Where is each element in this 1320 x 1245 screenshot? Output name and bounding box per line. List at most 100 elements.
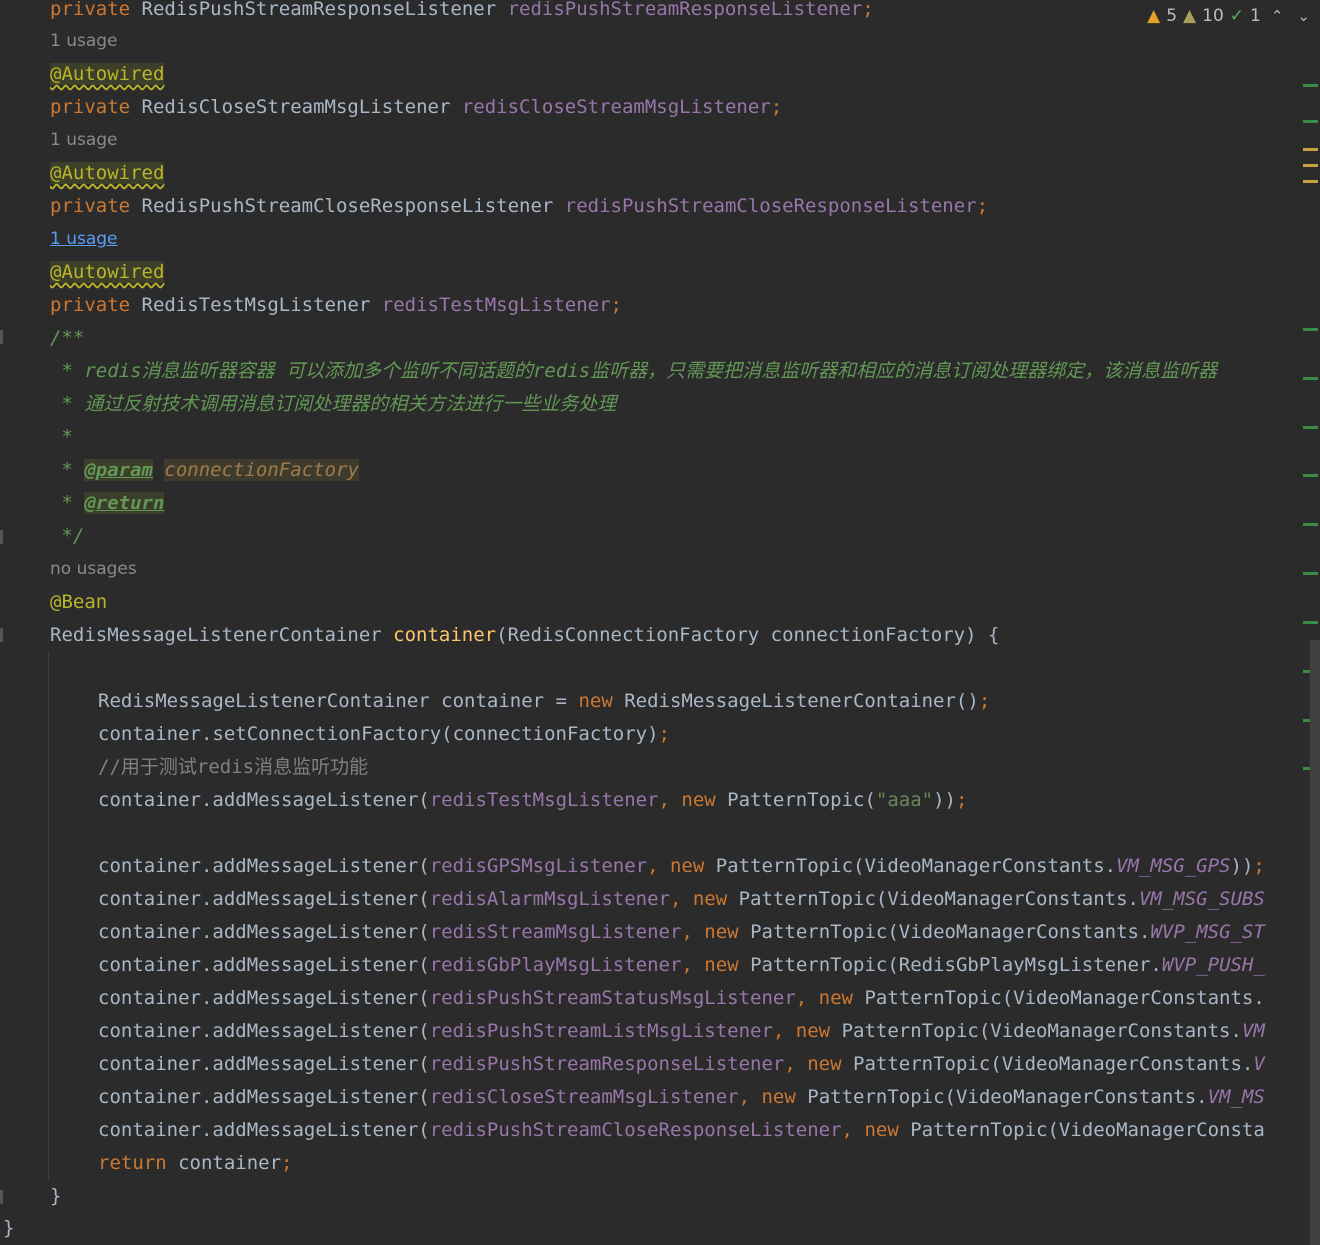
code-line-add-listener-gps[interactable]: container.addMessageListener(redisGPSMsg… [98,850,1265,883]
method-signature[interactable]: RedisMessageListenerContainer container(… [50,619,999,652]
field-name[interactable]: redisPushStreamStatusMsgListener [430,987,796,1009]
stripe-mark[interactable] [1303,164,1318,167]
javadoc-return-line[interactable]: * @return [50,487,165,520]
field-name[interactable]: redisGbPlayMsgListener [430,954,682,976]
field-name[interactable]: redisGPSMsgListener [430,855,647,877]
stripe-mark[interactable] [1303,426,1318,429]
constant-name[interactable]: WVP_MSG_ST [1150,921,1264,943]
code-line-field-close-stream[interactable]: private RedisCloseStreamMsgListener redi… [50,91,782,124]
fold-marker[interactable] [0,1190,3,1204]
field-name[interactable]: redisTestMsgListener [382,294,611,316]
field-name[interactable]: redisCloseStreamMsgListener [430,1086,739,1108]
method-close-brace[interactable]: } [50,1180,61,1213]
usage-hint[interactable]: no usages [50,553,137,586]
typo-count[interactable]: 1 [1250,6,1261,26]
annotation-autowired[interactable]: @Autowired [50,63,165,85]
stripe-mark[interactable] [1303,377,1318,380]
field-name[interactable]: redisPushStreamCloseResponseListener [430,1119,842,1141]
stripe-mark[interactable] [1303,328,1318,331]
code-line-field-push-stream-response[interactable]: private RedisPushStreamResponseListener … [50,0,874,26]
code-line-new-container[interactable]: RedisMessageListenerContainer container … [98,685,990,718]
field-name[interactable]: redisPushStreamListMsgListener [430,1020,773,1042]
constant-name[interactable]: V [1253,1053,1264,1075]
stripe-mark[interactable] [1303,180,1318,183]
field-name[interactable]: redisPushStreamResponseListener [430,1053,785,1075]
usage-hint[interactable]: 1 usage [50,25,118,58]
method-params[interactable]: (RedisConnectionFactory connectionFactor… [496,624,999,646]
code-line-autowired[interactable]: @Autowired [50,157,165,190]
weak-warning-count[interactable]: 10 [1202,6,1224,26]
code-line-field-test-msg[interactable]: private RedisTestMsgListener redisTestMs… [50,289,622,322]
code-line-add-listener-alarm[interactable]: container.addMessageListener(redisAlarmM… [98,883,1265,916]
type-name[interactable]: RedisPushStreamCloseResponseListener [142,195,554,217]
vertical-scrollbar[interactable] [1310,640,1320,1245]
constant-name[interactable]: VM_MSG_GPS [1116,855,1230,877]
usage-hint-link[interactable]: 1 usage [50,223,118,256]
chevron-up-icon[interactable]: ⌃ [1267,7,1288,25]
constant-name[interactable]: VM_MSG_SUBS [1139,888,1265,910]
stripe-mark[interactable] [1303,621,1318,624]
stripe-mark[interactable] [1303,572,1318,575]
code-comment[interactable]: //用于测试redis消息监听功能 [98,751,368,784]
code-line-add-listener-stream[interactable]: container.addMessageListener(redisStream… [98,916,1265,949]
stripe-mark[interactable] [1303,148,1318,151]
javadoc-line[interactable]: * 通过反射技术调用消息订阅处理器的相关方法进行一些业务处理 [50,388,616,421]
warning-count[interactable]: 5 [1166,6,1177,26]
stripe-mark[interactable] [1303,523,1318,526]
code-line-add-listener-test[interactable]: container.addMessageListener(redisTestMs… [98,784,967,817]
field-name[interactable]: redisPushStreamCloseResponseListener [565,195,977,217]
field-name[interactable]: redisTestMsgListener [430,789,659,811]
inspection-widget[interactable]: ▲ 5 ▲ 10 ✓ 1 ⌃ ⌄ [1147,2,1314,30]
code-line-add-listener-push-close-response[interactable]: container.addMessageListener(redisPushSt… [98,1114,1265,1147]
type-name[interactable]: RedisTestMsgListener [142,294,371,316]
method-name[interactable]: container [393,624,496,646]
constant-name[interactable]: WVP_PUSH_ [1162,954,1265,976]
annotation-bean[interactable]: @Bean [50,586,107,619]
javadoc-param-line[interactable]: * @param connectionFactory [50,454,359,487]
javadoc-return-tag[interactable]: @return [84,492,165,514]
javadoc-param-name[interactable]: connectionFactory [164,459,359,481]
javadoc-param-tag[interactable]: @param [84,459,153,481]
class-close-brace[interactable]: } [3,1212,14,1245]
annotation-autowired[interactable]: @Autowired [50,261,165,283]
field-name[interactable]: redisPushStreamResponseListener [508,0,863,20]
javadoc-line[interactable]: * redis消息监听器容器 可以添加多个监听不同话题的redis监听器，只需要… [50,355,1217,388]
stripe-mark[interactable] [1303,84,1318,87]
code-line-field-push-stream-close[interactable]: private RedisPushStreamCloseResponseList… [50,190,988,223]
code-line-autowired[interactable]: @Autowired [50,256,165,289]
code-line-add-listener-close-stream[interactable]: container.addMessageListener(redisCloseS… [98,1081,1265,1114]
code-line-add-listener-gb-play[interactable]: container.addMessageListener(redisGbPlay… [98,949,1265,982]
stripe-mark[interactable] [1303,120,1318,123]
error-stripe[interactable] [1302,0,1320,1245]
usage-hint[interactable]: 1 usage [50,124,118,157]
constant-name[interactable]: VM [1242,1020,1265,1042]
javadoc-open[interactable]: /** [50,322,84,355]
field-name[interactable]: redisStreamMsgListener [430,921,682,943]
code-line-add-listener-push-response[interactable]: container.addMessageListener(redisPushSt… [98,1048,1265,1081]
code-line-add-listener-push-list[interactable]: container.addMessageListener(redisPushSt… [98,1015,1265,1048]
javadoc-close[interactable]: */ [50,520,84,553]
field-name[interactable]: redisCloseStreamMsgListener [462,96,771,118]
type-name[interactable]: RedisPushStreamResponseListener [142,0,497,20]
warning-triangle-icon[interactable]: ▲ [1147,6,1160,26]
type-name[interactable]: RedisCloseStreamMsgListener [142,96,451,118]
code-line-return[interactable]: return container; [98,1147,292,1180]
javadoc-line[interactable]: * [50,421,72,454]
stripe-mark[interactable] [1303,474,1318,477]
annotation-autowired[interactable]: @Autowired [50,162,165,184]
code-line-set-connection-factory[interactable]: container.setConnectionFactory(connectio… [98,718,670,751]
fold-marker[interactable] [0,530,3,544]
code-line-autowired[interactable]: @Autowired [50,58,165,91]
field-name[interactable]: redisAlarmMsgListener [430,888,670,910]
return-type[interactable]: RedisMessageListenerContainer [50,624,393,646]
weak-warning-triangle-icon[interactable]: ▲ [1183,6,1196,26]
code-line-add-listener-push-status[interactable]: container.addMessageListener(redisPushSt… [98,982,1265,1015]
constant-name[interactable]: VM_MS [1208,1086,1265,1108]
comma: , [784,1053,808,1075]
fold-marker[interactable] [0,330,3,344]
code-text: PatternTopic(VideoManagerConstants. [830,1020,1242,1042]
code-editor[interactable]: private RedisPushStreamResponseListener … [0,0,1310,1245]
fold-marker[interactable] [0,628,3,642]
typo-check-icon[interactable]: ✓ [1230,6,1244,26]
string-literal[interactable]: "aaa" [876,789,933,811]
